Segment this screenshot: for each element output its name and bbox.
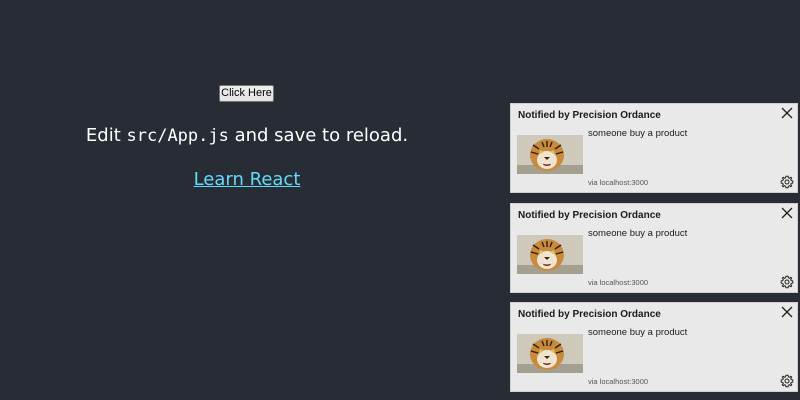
- notification-toast[interactable]: Notified by Precision Ordance someone bu…: [510, 203, 798, 293]
- learn-react-link[interactable]: Learn React: [0, 168, 494, 192]
- notification-toast[interactable]: Notified by Precision Ordance someone bu…: [510, 302, 798, 392]
- edit-instruction: Edit src/App.js and save to reload.: [0, 124, 494, 148]
- app-main: Click Here Edit src/App.js and save to r…: [0, 0, 494, 400]
- notification-source: via localhost:3000: [588, 278, 649, 287]
- notification-title: Notified by Precision Ordance: [518, 309, 661, 320]
- gear-icon[interactable]: [780, 275, 794, 289]
- tiger-image: [517, 235, 583, 274]
- tiger-image: [517, 334, 583, 373]
- notification-message: someone buy a product: [588, 228, 688, 239]
- gear-icon[interactable]: [780, 374, 794, 388]
- gear-icon[interactable]: [780, 175, 794, 189]
- tiger-image: [517, 135, 583, 174]
- close-icon[interactable]: [780, 206, 794, 220]
- edit-code-path: src/App.js: [126, 126, 229, 146]
- notification-source: via localhost:3000: [588, 377, 649, 386]
- close-icon[interactable]: [780, 106, 794, 120]
- notification-message: someone buy a product: [588, 327, 688, 338]
- click-here-button[interactable]: Click Here: [219, 85, 274, 102]
- edit-prefix-text: Edit: [85, 125, 127, 146]
- notification-message: someone buy a product: [588, 128, 688, 139]
- notification-toast[interactable]: Notified by Precision Ordance someone bu…: [510, 103, 798, 193]
- edit-suffix-text: and save to reload.: [228, 125, 409, 146]
- close-icon[interactable]: [780, 305, 794, 319]
- notification-source: via localhost:3000: [588, 178, 649, 187]
- notification-title: Notified by Precision Ordance: [518, 210, 661, 221]
- notification-title: Notified by Precision Ordance: [518, 110, 661, 121]
